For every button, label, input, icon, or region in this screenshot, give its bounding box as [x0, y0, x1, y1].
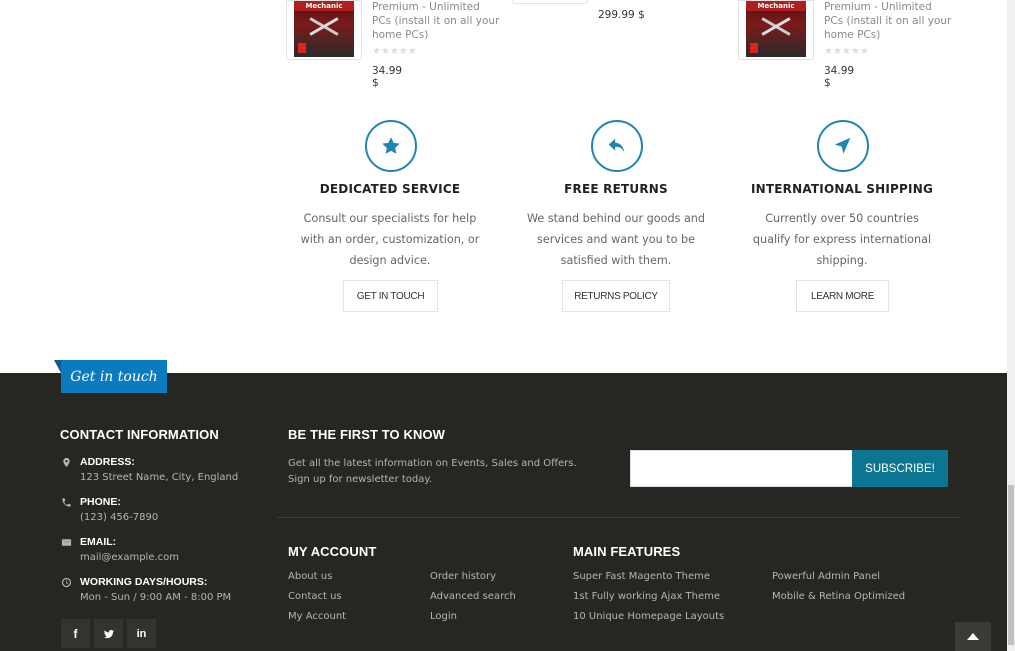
- tools-graphic: [760, 15, 792, 37]
- link-my-account[interactable]: My Account: [288, 611, 346, 622]
- newsletter-heading: BE THE FIRST TO KNOW: [288, 427, 446, 442]
- link-login[interactable]: Login: [430, 611, 457, 622]
- feature-free-returns: FREE RETURNS We stand behind our goods a…: [503, 120, 729, 320]
- feature-link[interactable]: Super Fast Magento Theme: [573, 571, 710, 582]
- my-account-heading: MY ACCOUNT: [288, 544, 377, 559]
- cover-label: Mechanic: [294, 1, 354, 11]
- phone-label: PHONE:: [80, 496, 121, 508]
- feature-text: We stand behind our goods and services a…: [526, 212, 705, 267]
- feature-title: INTERNATIONAL SHIPPING: [750, 182, 934, 196]
- feature-title: DEDICATED SERVICE: [319, 182, 461, 196]
- sticker-graphic: [750, 43, 758, 53]
- location-arrow-icon: [817, 120, 869, 172]
- returns-policy-button[interactable]: RETURNS POLICY: [562, 280, 670, 312]
- phone-value: (123) 456-7890: [80, 512, 159, 523]
- rating-stars: ★★★★★: [824, 46, 869, 57]
- page-scrollbar[interactable]: [1007, 0, 1015, 651]
- rating-stars: ★★★★★: [372, 46, 417, 57]
- phone-icon: [60, 496, 72, 508]
- get-in-touch-button[interactable]: GET IN TOUCH: [343, 280, 438, 312]
- product-cover-image: Mechanic: [746, 1, 806, 57]
- scrollbar-thumb[interactable]: [1008, 485, 1014, 645]
- link-contact-us[interactable]: Contact us: [288, 591, 342, 602]
- product-name[interactable]: Premium - Unlimited PCs (install it on a…: [372, 0, 502, 42]
- address-label: ADDRESS:: [80, 456, 135, 468]
- facebook-icon[interactable]: f: [61, 619, 90, 648]
- linkedin-icon[interactable]: in: [127, 619, 156, 648]
- product-price: 299.99 $: [598, 9, 645, 21]
- feature-text: Consult our specialists for help with an…: [300, 212, 480, 267]
- learn-more-button[interactable]: LEARN MORE: [796, 280, 889, 312]
- product-thumbnail[interactable]: [512, 0, 588, 4]
- clock-icon: [60, 576, 72, 588]
- working-hours-label: WORKING DAYS/HOURS:: [80, 576, 208, 588]
- feature-title: FREE RETURNS: [564, 182, 668, 196]
- tools-graphic: [308, 15, 340, 37]
- subscribe-button[interactable]: SUBSCRIBE!: [852, 450, 948, 487]
- product-thumbnail[interactable]: Mechanic: [286, 0, 362, 60]
- feature-link[interactable]: 10 Unique Homepage Layouts: [573, 611, 724, 622]
- feature-dedicated-service: DEDICATED SERVICE Consult our specialist…: [277, 120, 503, 320]
- sticker-graphic: [298, 43, 306, 53]
- feature-international-shipping: INTERNATIONAL SHIPPING Currently over 50…: [729, 120, 955, 320]
- get-in-touch-tab: Get in touch: [54, 360, 167, 393]
- main-features-heading: MAIN FEATURES: [573, 544, 681, 559]
- envelope-icon: [60, 536, 72, 548]
- product-price: 34.99 $: [824, 65, 855, 89]
- feature-text: Currently over 50 countries qualify for …: [752, 212, 932, 267]
- map-marker-icon: [60, 456, 72, 468]
- working-hours-value: Mon - Sun / 9:00 AM - 8:00 PM: [80, 592, 232, 603]
- product-cover-image: Mechanic: [294, 1, 354, 57]
- feature-link[interactable]: 1st Fully working Ajax Theme: [573, 591, 720, 602]
- star-icon: [365, 120, 417, 172]
- feature-link[interactable]: Mobile & Retina Optimized: [772, 591, 905, 602]
- reply-arrow-icon: [591, 120, 643, 172]
- link-advanced-search[interactable]: Advanced search: [430, 591, 516, 602]
- back-to-top-button[interactable]: [955, 622, 991, 651]
- product-name[interactable]: Premium - Unlimited PCs (install it on a…: [824, 0, 954, 42]
- product-thumbnail[interactable]: Mechanic: [738, 0, 814, 60]
- link-about-us[interactable]: About us: [288, 571, 332, 582]
- cover-label: Mechanic: [746, 1, 806, 11]
- feature-link[interactable]: Powerful Admin Panel: [772, 571, 880, 582]
- address-value: 123 Street Name, City, England: [80, 472, 239, 483]
- newsletter-text: Get all the latest information on Events…: [288, 458, 577, 485]
- product-price: 34.99 $: [372, 65, 403, 89]
- link-order-history[interactable]: Order history: [430, 571, 496, 582]
- email-label: EMAIL:: [80, 536, 117, 548]
- contact-information-heading: CONTACT INFORMATION: [60, 427, 219, 442]
- footer-divider: [277, 517, 960, 518]
- newsletter-email-input[interactable]: [630, 450, 853, 487]
- email-value[interactable]: mail@example.com: [80, 552, 179, 563]
- twitter-icon[interactable]: [94, 619, 123, 648]
